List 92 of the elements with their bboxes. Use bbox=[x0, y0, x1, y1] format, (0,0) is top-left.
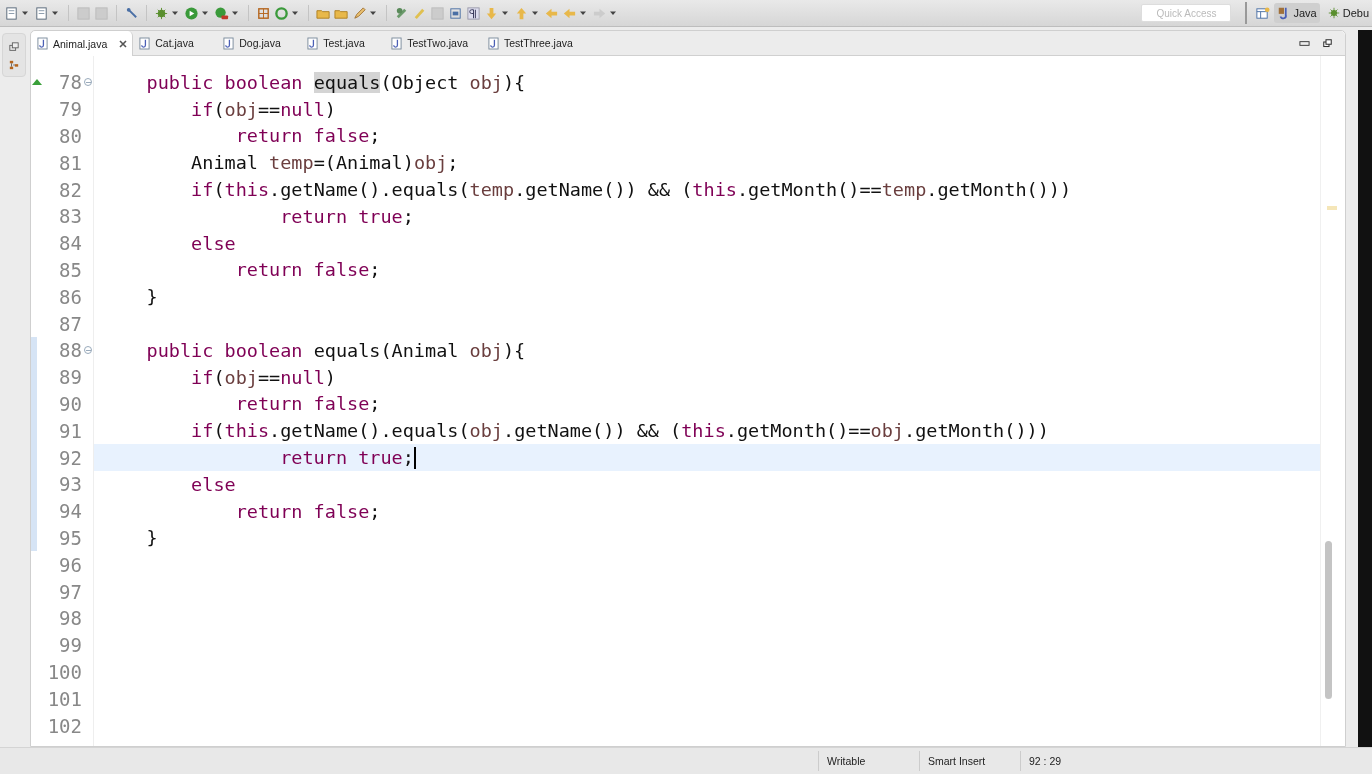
dropdown-caret-icon[interactable] bbox=[370, 10, 376, 16]
code-line: public boolean equals(Animal obj){ bbox=[145, 339, 526, 361]
code-line: return true; bbox=[279, 447, 414, 469]
document-icon[interactable] bbox=[4, 5, 19, 21]
code-line: return false; bbox=[234, 125, 381, 147]
marker-icon[interactable] bbox=[394, 5, 409, 21]
editor-tab[interactable]: Test.java bbox=[301, 31, 386, 55]
line-number: 79 bbox=[59, 98, 82, 121]
line-number: 95 bbox=[59, 526, 82, 549]
line-number: 85 bbox=[59, 258, 82, 281]
line-number: 80 bbox=[59, 125, 82, 147]
line-number: 102 bbox=[47, 714, 82, 737]
play-toolbox-icon[interactable] bbox=[214, 5, 229, 21]
dropdown-caret-icon[interactable] bbox=[202, 10, 208, 16]
quick-access-field[interactable]: Quick Access bbox=[1141, 4, 1232, 22]
line-number: 87 bbox=[59, 312, 82, 335]
close-icon[interactable] bbox=[118, 38, 129, 49]
scrollbar-thumb[interactable] bbox=[1325, 541, 1332, 699]
code-line: if(this.getName().equals(obj.getName()) && (this.getMonth()==obj.getMonth())) bbox=[190, 420, 1049, 442]
dropdown-caret-icon[interactable] bbox=[580, 10, 586, 16]
line-number: 86 bbox=[59, 285, 82, 308]
document-icon[interactable] bbox=[34, 5, 49, 21]
java-file-icon bbox=[391, 36, 403, 50]
bug-icon bbox=[1326, 6, 1341, 20]
code-line: public boolean equals(Object obj){ bbox=[145, 71, 526, 93]
line-number: 93 bbox=[59, 473, 82, 496]
line-number: 91 bbox=[59, 419, 82, 442]
line-number: 98 bbox=[59, 607, 82, 630]
code-line: } bbox=[145, 286, 158, 308]
block-icon[interactable] bbox=[448, 5, 463, 21]
code-line: else bbox=[190, 473, 236, 495]
dropdown-caret-icon[interactable] bbox=[292, 10, 298, 16]
dropdown-caret-icon[interactable] bbox=[232, 10, 238, 16]
text-cursor bbox=[413, 446, 416, 469]
code-line: if(this.getName().equals(temp.getName()) && (this.getMonth()==temp.getMonth())) bbox=[190, 179, 1072, 201]
pin-icon[interactable] bbox=[124, 5, 139, 21]
hierarchy-icon[interactable] bbox=[9, 60, 19, 70]
grid-icon[interactable] bbox=[256, 5, 271, 21]
dropdown-caret-icon[interactable] bbox=[172, 10, 178, 16]
code-line: Animal temp=(Animal)obj; bbox=[190, 152, 459, 174]
line-number: 97 bbox=[59, 580, 82, 603]
line-number: 100 bbox=[47, 660, 82, 683]
code-line: return false; bbox=[234, 393, 381, 415]
line-number: 94 bbox=[59, 500, 82, 523]
status-text: Smart Insert bbox=[919, 751, 1020, 771]
line-number: 96 bbox=[59, 553, 82, 576]
code-line: return true; bbox=[279, 205, 414, 227]
fold-toggle-icon[interactable] bbox=[84, 346, 92, 355]
code-line: if(obj==null) bbox=[190, 366, 336, 388]
line-number: 88 bbox=[59, 339, 82, 362]
code-line: else bbox=[190, 232, 236, 254]
code-line: if(obj==null) bbox=[190, 98, 336, 120]
status-text: Writable bbox=[818, 751, 919, 771]
editor-tab[interactable]: Animal.java bbox=[31, 31, 134, 56]
line-number: 89 bbox=[59, 366, 82, 389]
line-number: 78 bbox=[59, 71, 82, 94]
open-perspective-icon[interactable] bbox=[1255, 5, 1271, 21]
play-icon[interactable] bbox=[184, 5, 199, 21]
line-number: 90 bbox=[59, 392, 82, 415]
code-line: return false; bbox=[234, 500, 381, 522]
fold-toggle-icon[interactable] bbox=[84, 78, 92, 87]
dropdown-caret-icon[interactable] bbox=[502, 10, 508, 16]
code-line: return false; bbox=[234, 259, 381, 281]
line-number: 99 bbox=[59, 634, 82, 657]
minimize-icon[interactable] bbox=[1299, 38, 1310, 48]
line-number: 92 bbox=[59, 446, 82, 469]
java-file-icon bbox=[488, 36, 499, 50]
paragraph-icon[interactable] bbox=[466, 5, 481, 21]
dropdown-caret-icon[interactable] bbox=[52, 10, 58, 16]
editor-tab[interactable]: TestThree.java bbox=[482, 31, 587, 55]
dropdown-caret-icon[interactable] bbox=[532, 10, 538, 16]
perspective-button[interactable]: Debu bbox=[1323, 3, 1372, 23]
java-file-icon bbox=[223, 36, 235, 50]
dropdown-caret-icon[interactable] bbox=[22, 10, 28, 16]
line-number: 84 bbox=[59, 232, 82, 255]
editor-tab[interactable]: Dog.java bbox=[217, 31, 302, 55]
line-number: 81 bbox=[59, 151, 82, 174]
occurrence-marker[interactable] bbox=[1327, 206, 1337, 210]
editor-tab[interactable]: Cat.java bbox=[133, 31, 218, 55]
line-number: 82 bbox=[59, 178, 82, 201]
status-text: 92 : 29 bbox=[1020, 751, 1121, 771]
line-number: 101 bbox=[47, 687, 82, 710]
perspective-button[interactable]: Java bbox=[1274, 3, 1320, 23]
code-line: } bbox=[145, 527, 158, 549]
restore-icon[interactable] bbox=[1322, 38, 1333, 48]
editor-tab[interactable]: TestTwo.java bbox=[385, 31, 482, 55]
java-file-icon bbox=[139, 36, 151, 50]
dropdown-caret-icon[interactable] bbox=[610, 10, 616, 16]
java-file-icon bbox=[307, 36, 319, 50]
java-file-icon bbox=[37, 37, 48, 50]
triangle-icon[interactable] bbox=[32, 79, 42, 86]
line-number: 83 bbox=[59, 205, 82, 228]
